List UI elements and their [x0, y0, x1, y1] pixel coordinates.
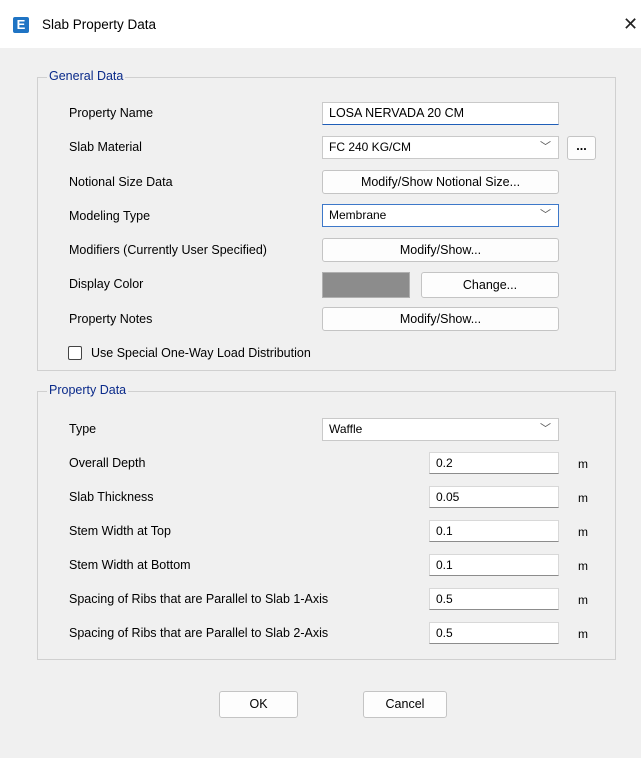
- one-way-load-label: Use Special One-Way Load Distribution: [91, 346, 311, 360]
- slab-thickness-unit: m: [578, 491, 588, 505]
- overall-depth-label: Overall Depth: [69, 456, 146, 470]
- change-color-button[interactable]: Change...: [421, 272, 559, 298]
- overall-depth-unit: m: [578, 457, 588, 471]
- modeling-type-value: Membrane: [329, 208, 387, 222]
- rib-spacing-1-unit: m: [578, 593, 588, 607]
- rib-spacing-1-label: Spacing of Ribs that are Parallel to Sla…: [69, 592, 329, 606]
- chevron-down-icon: ﹀: [540, 141, 551, 153]
- rib-spacing-2-label: Spacing of Ribs that are Parallel to Sla…: [69, 626, 329, 640]
- chevron-down-icon: ﹀: [540, 423, 551, 435]
- property-notes-button[interactable]: Modify/Show...: [322, 307, 559, 331]
- type-label: Type: [69, 422, 97, 436]
- stem-width-bottom-unit: m: [578, 559, 588, 573]
- overall-depth-input[interactable]: 0.2: [429, 452, 559, 474]
- stem-width-bottom-label: Stem Width at Bottom: [69, 558, 191, 572]
- chevron-down-icon: ﹀: [540, 209, 551, 221]
- stem-width-top-label: Stem Width at Top: [69, 524, 171, 538]
- modeling-type-label: Modeling Type: [69, 209, 151, 223]
- general-data-title: General Data: [47, 69, 126, 83]
- close-icon[interactable]: ✕: [620, 11, 641, 37]
- slab-material-label: Slab Material: [69, 140, 142, 154]
- property-data-group: Property Data Type Waffle ﹀ Overall Dept…: [37, 383, 616, 660]
- stem-width-bottom-input[interactable]: 0.1: [429, 554, 559, 576]
- title-bar: E Slab Property Data ✕: [0, 0, 641, 48]
- display-color-label: Display Color: [69, 277, 144, 291]
- notional-size-button[interactable]: Modify/Show Notional Size...: [322, 170, 559, 194]
- slab-material-browse-button[interactable]: ...: [567, 136, 596, 160]
- rib-spacing-2-input[interactable]: 0.5: [429, 622, 559, 644]
- general-data-group: General Data Property Name LOSA NERVADA …: [37, 69, 616, 371]
- window-title: Slab Property Data: [42, 17, 157, 32]
- ok-button[interactable]: OK: [219, 691, 298, 718]
- type-value: Waffle: [329, 422, 363, 436]
- cancel-button[interactable]: Cancel: [363, 691, 447, 718]
- slab-material-value: FC 240 KG/CM: [329, 140, 412, 154]
- property-name-label: Property Name: [69, 106, 154, 120]
- rib-spacing-1-input[interactable]: 0.5: [429, 588, 559, 610]
- one-way-load-checkbox[interactable]: [68, 346, 82, 360]
- slab-material-select[interactable]: FC 240 KG/CM ﹀: [322, 136, 559, 159]
- notional-size-label: Notional Size Data: [69, 175, 173, 189]
- property-data-title: Property Data: [47, 383, 129, 397]
- stem-width-top-input[interactable]: 0.1: [429, 520, 559, 542]
- property-name-input[interactable]: LOSA NERVADA 20 CM: [322, 102, 559, 125]
- modifiers-label: Modifiers (Currently User Specified): [69, 243, 267, 257]
- display-color-swatch: [322, 272, 410, 298]
- property-notes-label: Property Notes: [69, 312, 153, 326]
- dialog-body: General Data Property Name LOSA NERVADA …: [0, 48, 641, 758]
- modeling-type-select[interactable]: Membrane ﹀: [322, 204, 559, 227]
- stem-width-top-unit: m: [578, 525, 588, 539]
- etabs-app-icon: E: [13, 17, 29, 33]
- slab-thickness-label: Slab Thickness: [69, 490, 154, 504]
- rib-spacing-2-unit: m: [578, 627, 588, 641]
- slab-thickness-input[interactable]: 0.05: [429, 486, 559, 508]
- type-select[interactable]: Waffle ﹀: [322, 418, 559, 441]
- modifiers-button[interactable]: Modify/Show...: [322, 238, 559, 262]
